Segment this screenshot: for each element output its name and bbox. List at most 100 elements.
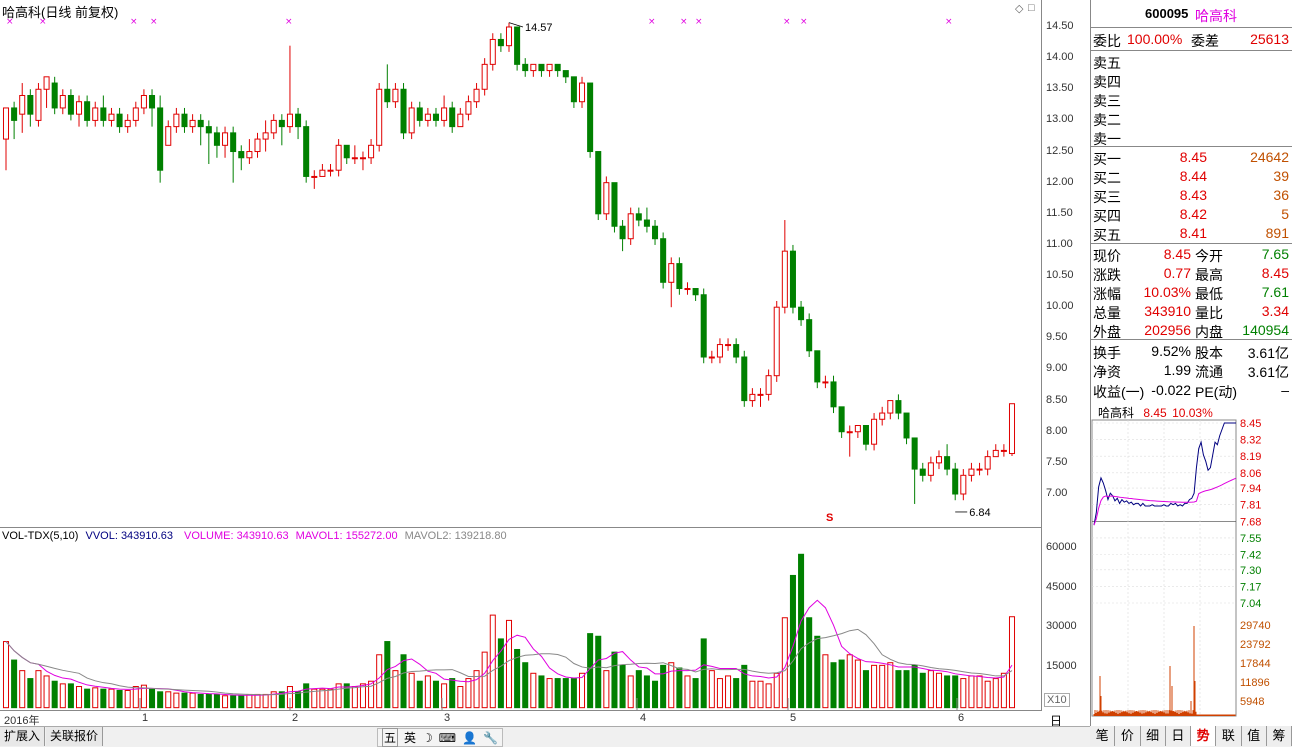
buy-price: 8.44: [1179, 168, 1207, 184]
mini-price-tick: 8.06: [1240, 468, 1261, 480]
candle-body: [587, 82, 594, 153]
volume-bar: [530, 672, 537, 709]
price-tick: 10.00: [1046, 300, 1074, 313]
weibi-value: 100.00%: [1127, 31, 1183, 47]
side-tab[interactable]: 细: [1140, 726, 1166, 746]
stat-label: 净资: [1093, 364, 1121, 380]
event-marker: ×: [783, 17, 791, 27]
stat-value: 1.99: [1163, 362, 1191, 378]
side-tab[interactable]: 笔: [1090, 726, 1116, 746]
xaxis-label: 3: [444, 712, 451, 724]
candle-body: [11, 107, 18, 121]
side-tab[interactable]: 联: [1216, 726, 1242, 746]
volume-bar: [27, 678, 34, 709]
volume-chart[interactable]: VOL-TDX(5,10) VVOL: 343910.63 VOLUME: 34…: [0, 527, 1042, 711]
candle-body: [765, 375, 772, 395]
stat-label: 流通: [1195, 364, 1223, 380]
wrench-icon[interactable]: 🔧: [483, 731, 498, 745]
buy-row[interactable]: 买五 8.41 891: [1091, 224, 1292, 243]
price-tick: 8.00: [1046, 424, 1068, 437]
buy-price: 8.43: [1179, 187, 1207, 203]
buy-row[interactable]: 买三 8.43 36: [1091, 186, 1292, 205]
volume-bar: [432, 680, 439, 709]
volume-bar: [505, 619, 513, 709]
kline-chart[interactable]: 哈高科(日线 前复权) ◇ □ × × × × × × × × × × × 14.57 6.84 S: [0, 0, 1042, 527]
sell-label: 卖三: [1093, 93, 1121, 109]
volume-bar: [76, 686, 83, 709]
candle-body: [67, 94, 74, 115]
candle-body: [830, 381, 837, 408]
candle-body: [368, 144, 375, 159]
candle-body: [189, 119, 196, 128]
event-marker: ×: [39, 17, 47, 27]
xaxis-label: 6: [958, 712, 965, 724]
candle-body: [773, 306, 780, 377]
candle-body: [432, 113, 439, 121]
volume-bar: [59, 683, 66, 709]
candle-body: [181, 113, 188, 128]
price-tick: 14.50: [1046, 20, 1074, 32]
stat-value: 3.61亿: [1247, 364, 1289, 380]
volume-bar: [806, 617, 813, 709]
mini-volume-tick: 23792: [1240, 639, 1271, 651]
moon-icon[interactable]: ☽: [422, 731, 433, 745]
price-tick: 7.50: [1046, 455, 1068, 468]
volume-bar: [960, 678, 967, 709]
stat-value: 202956: [1144, 322, 1191, 338]
candle-body: [416, 107, 423, 121]
side-tab[interactable]: 势: [1191, 726, 1217, 746]
event-marker: ×: [285, 17, 293, 27]
side-tab[interactable]: 筹: [1266, 726, 1292, 746]
candle-body: [725, 344, 732, 347]
keyboard-icon[interactable]: ⌨: [439, 731, 456, 745]
tab-related-quotes[interactable]: 关联报价: [46, 727, 104, 746]
ime-five-icon[interactable]: 五: [382, 728, 399, 747]
candle-body: [400, 88, 407, 134]
volume-bar: [968, 675, 975, 709]
volume-bar: [457, 686, 464, 709]
side-tab[interactable]: 值: [1241, 726, 1267, 746]
candle-body: [384, 88, 391, 103]
volume-tick: 45000: [1046, 580, 1077, 593]
stat-label: 涨幅: [1093, 286, 1121, 302]
candle-body: [270, 119, 277, 134]
intraday-mini-chart[interactable]: 哈高科 8.45 10.03% 8.45 8.32 8.19 8.06 7.94 7.81…: [1090, 402, 1292, 726]
candle-body: [1008, 403, 1016, 455]
volume-bar: [222, 695, 229, 709]
candle-body: [35, 88, 42, 121]
sell-label: 卖五: [1093, 55, 1121, 71]
volume-bar: [400, 654, 407, 709]
stat-row: 现价 8.45 今开 7.65: [1091, 245, 1292, 264]
candle-body: [879, 412, 886, 420]
tab-extend[interactable]: 扩展入: [0, 727, 46, 746]
signal-marker: S: [826, 512, 833, 524]
ime-english-icon[interactable]: 英: [404, 729, 416, 746]
candle-body: [59, 94, 66, 109]
side-tab[interactable]: 日: [1165, 726, 1191, 746]
volume-bar: [570, 678, 577, 709]
sell-row: 卖一: [1091, 128, 1292, 147]
candle-body: [546, 63, 553, 72]
stat-value: 7.61: [1261, 284, 1289, 300]
volume-bar: [773, 672, 780, 709]
side-tab[interactable]: 价: [1115, 726, 1141, 746]
user-icon[interactable]: 👤: [462, 731, 477, 745]
event-marker: ×: [6, 17, 14, 27]
candle-body: [108, 113, 115, 121]
candle-body: [116, 113, 123, 128]
stat-label: 换手: [1093, 345, 1121, 361]
volume-bar: [351, 686, 358, 709]
sell-row: 卖三: [1091, 90, 1292, 109]
candle-body: [238, 151, 245, 159]
candle-body: [2, 107, 10, 140]
stat-value: 140954: [1242, 322, 1289, 338]
mini-price-tick: 8.32: [1240, 435, 1261, 447]
buy-row[interactable]: 买四 8.42 5: [1091, 205, 1292, 224]
buy-row[interactable]: 买一 8.45 24642: [1091, 148, 1292, 167]
stat-value: 9.52%: [1151, 343, 1191, 359]
buy-row[interactable]: 买二 8.44 39: [1091, 167, 1292, 186]
high-pointer: [508, 22, 524, 28]
stat-row: 净资 1.99 流通 3.61亿: [1091, 361, 1292, 380]
volume-bar: [619, 664, 626, 709]
volume-bar: [84, 688, 91, 709]
